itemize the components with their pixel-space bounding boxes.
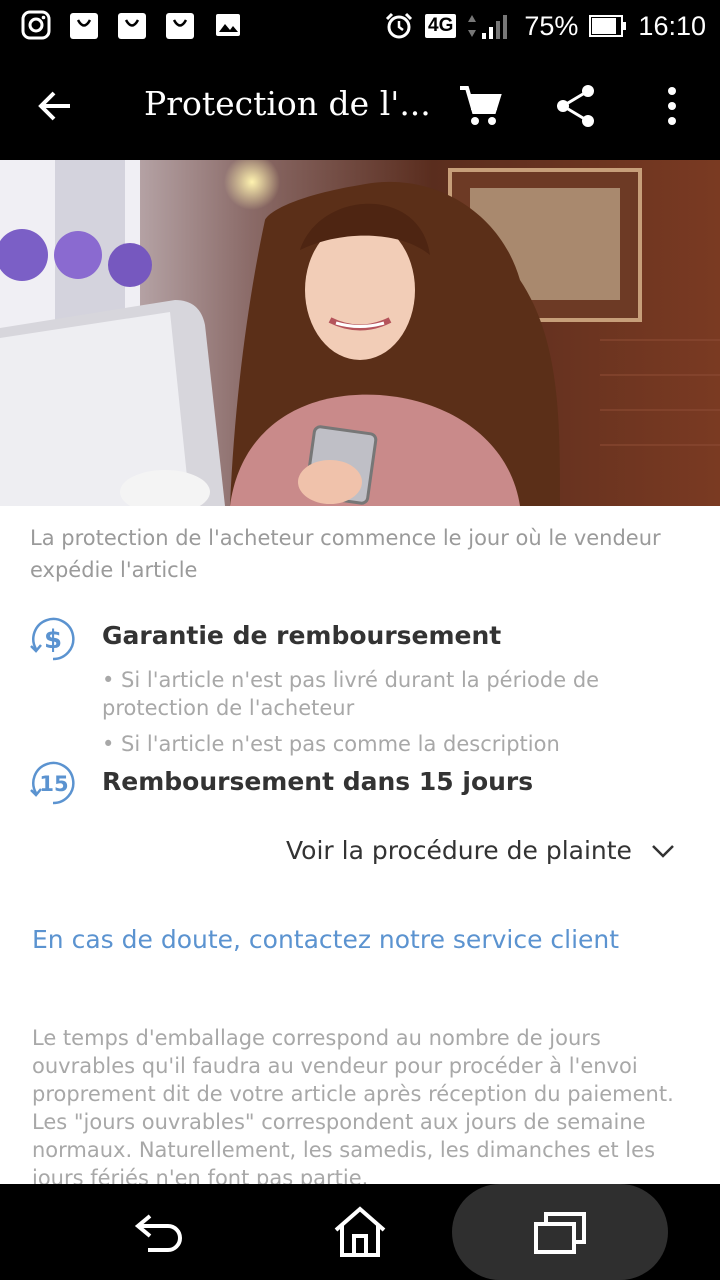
- refund-15-days-title: Remboursement dans 15 jours: [102, 767, 534, 796]
- app-bar: Protection de l'...: [0, 52, 720, 160]
- shopping-bag-icon: [166, 13, 194, 39]
- battery-icon: [589, 15, 627, 37]
- intro-text: La protection de l'acheteur commence le …: [30, 526, 661, 582]
- packaging-info-text: Le temps d'emballage correspond au nombr…: [32, 1026, 674, 1184]
- refund-dollar-icon: $: [30, 617, 75, 661]
- refund-guarantee-title: Garantie de remboursement: [102, 621, 502, 650]
- home-nav-icon[interactable]: [332, 1206, 388, 1258]
- complaint-procedure-label: Voir la procédure de plainte: [286, 836, 632, 865]
- recents-nav-icon[interactable]: [532, 1210, 588, 1256]
- alarm-icon: [385, 12, 413, 39]
- refund-condition-not-delivered: • Si l'article n'est pas livré durant la…: [102, 668, 600, 720]
- shopping-bag-icon: [118, 13, 146, 39]
- cart-icon[interactable]: [456, 82, 504, 130]
- status-indicators: 4G 75% 16:10: [383, 8, 706, 44]
- complaint-procedure-toggle[interactable]: Voir la procédure de plainte: [286, 836, 676, 865]
- svg-text:15: 15: [39, 772, 68, 796]
- battery-percent: 75%: [524, 10, 579, 41]
- refund-condition-not-as-described: • Si l'article n'est pas comme la descri…: [102, 732, 560, 756]
- svg-text:$: $: [44, 625, 62, 655]
- chevron-down-icon: [652, 844, 674, 858]
- image-icon: [216, 14, 240, 36]
- system-nav-bar: [0, 1184, 720, 1280]
- notification-icons: [20, 9, 244, 41]
- refund-15-icon: 15: [30, 761, 75, 805]
- hero-image: [0, 160, 720, 506]
- status-bar: 4G 75% 16:10: [0, 0, 720, 52]
- more-vert-icon[interactable]: [656, 82, 688, 130]
- contact-customer-service-link[interactable]: En cas de doute, contactez notre service…: [32, 925, 619, 954]
- clock: 16:10: [638, 10, 706, 41]
- back-arrow-icon[interactable]: [34, 84, 78, 128]
- signal-icon: [468, 15, 508, 39]
- page-title: Protection de l'...: [144, 84, 429, 123]
- instagram-icon: [21, 10, 51, 40]
- share-icon[interactable]: [554, 82, 598, 130]
- network-badge: 4G: [425, 14, 457, 38]
- back-nav-icon[interactable]: [134, 1208, 188, 1254]
- shopping-bag-icon: [70, 13, 98, 39]
